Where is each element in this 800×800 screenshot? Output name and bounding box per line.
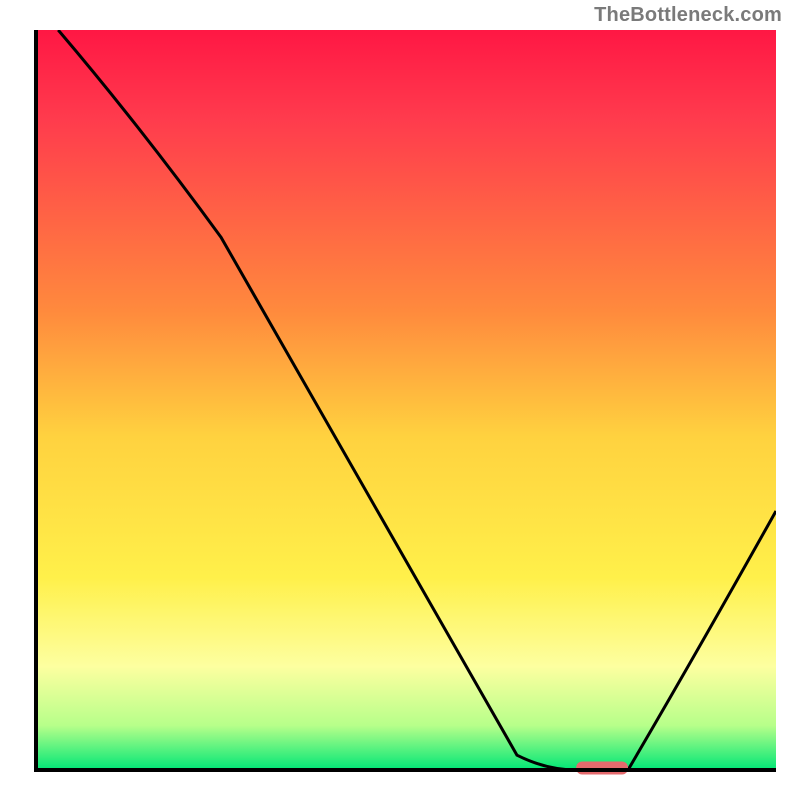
watermark: TheBottleneck.com <box>594 4 782 27</box>
chart-svg <box>0 0 800 800</box>
chart-container: TheBottleneck.com <box>0 0 800 800</box>
